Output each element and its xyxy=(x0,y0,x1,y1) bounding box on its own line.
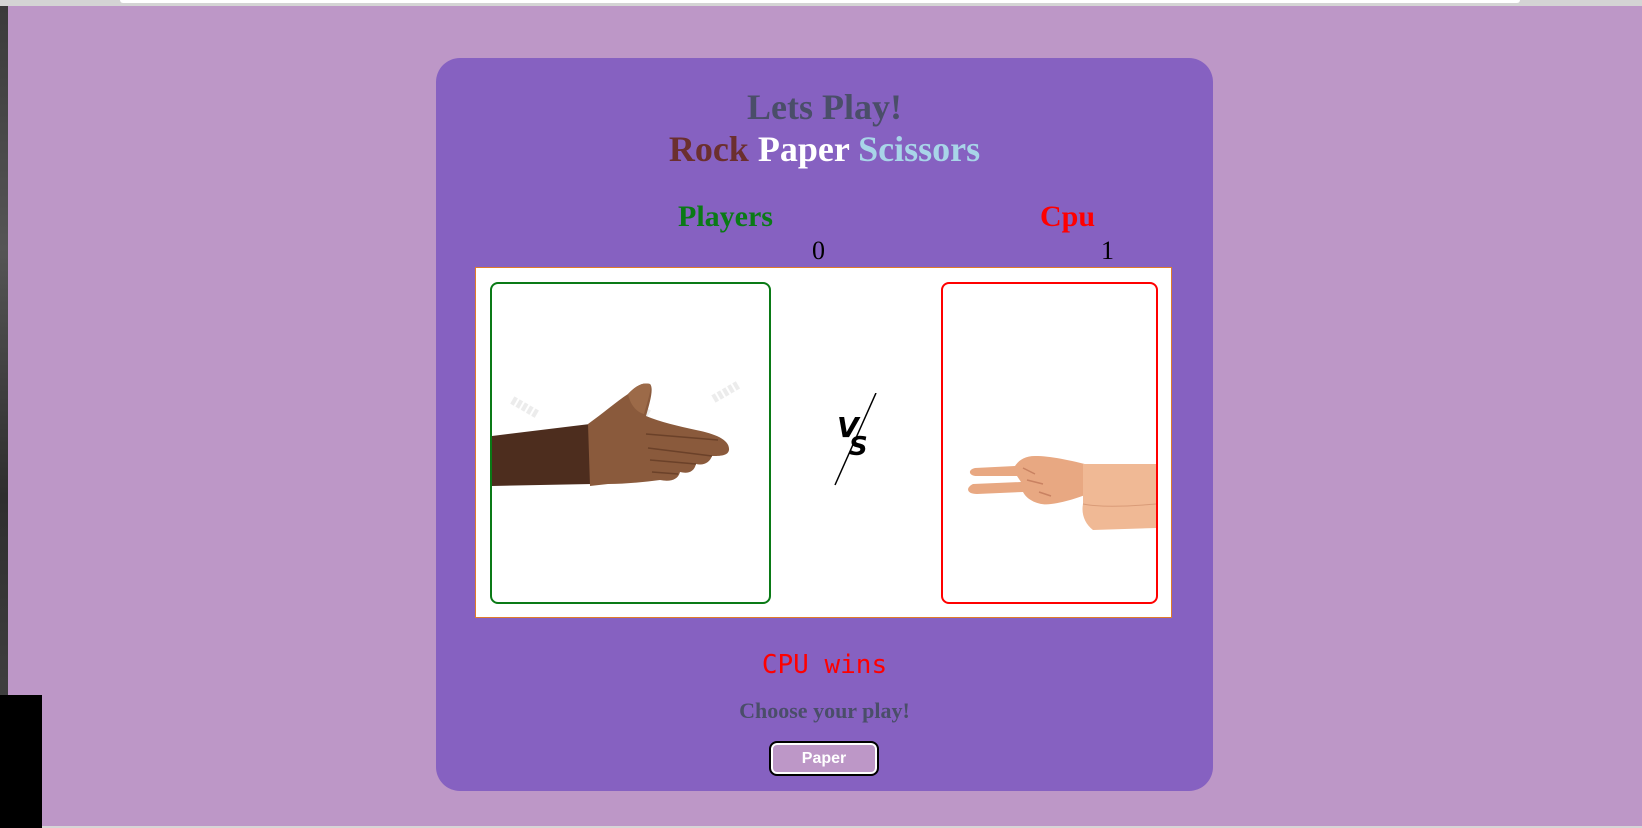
svg-text:▮▮▮▮▮: ▮▮▮▮▮ xyxy=(509,393,542,419)
cpu-label: Cpu xyxy=(1040,200,1096,233)
page-title: Lets Play! xyxy=(747,87,902,127)
vs-icon: V S xyxy=(834,393,877,486)
choose-prompt: Choose your play! xyxy=(739,698,910,723)
title-word-scissors: Scissors xyxy=(858,129,981,169)
title-word-rock: Rock xyxy=(668,129,749,169)
player-label: Players xyxy=(678,200,773,233)
player-score: 0 xyxy=(812,236,825,265)
browser-top-edge xyxy=(0,0,1642,6)
game-card: Lets Play! Rock Paper Scissors Players C… xyxy=(436,58,1213,791)
desktop-corner xyxy=(0,695,42,828)
result-text: CPU wins xyxy=(761,650,888,680)
svg-text:▮▮▮▮▮: ▮▮▮▮▮ xyxy=(709,378,742,404)
player-hand-card: ▮▮▮▮▮ ▮▮▮▮▮ ▮▮▮▮▮ xyxy=(490,282,771,604)
paper-hand-icon: ▮▮▮▮▮ ▮▮▮▮▮ ▮▮▮▮▮ xyxy=(492,378,742,486)
play-paper-button[interactable]: Paper xyxy=(769,741,879,776)
svg-text:S: S xyxy=(849,432,868,462)
battle-arena: ▮▮▮▮▮ ▮▮▮▮▮ ▮▮▮▮▮ V S xyxy=(475,267,1172,618)
cpu-hand-card xyxy=(941,282,1158,604)
game-subtitle: Rock Paper Scissors xyxy=(436,128,1213,170)
title-word-paper: Paper xyxy=(757,129,850,169)
scissors-hand-icon xyxy=(968,456,1156,530)
cpu-score: 1 xyxy=(1101,236,1114,265)
